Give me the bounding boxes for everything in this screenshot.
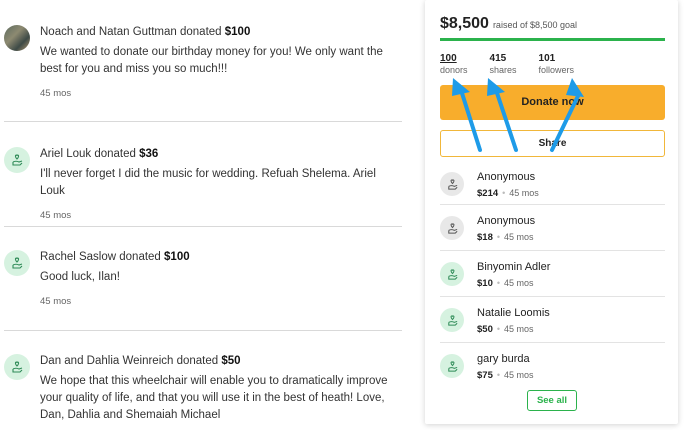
donor-amount: $50 (477, 324, 493, 335)
feed-item-message: Good luck, Ilan! (40, 271, 120, 283)
feed-item-message: We hope that this wheelchair will enable… (40, 375, 388, 421)
donor-time: 45 mos (504, 278, 534, 288)
hand-heart-icon (4, 354, 30, 380)
feed-item-title: Rachel Saslow donated $100 (40, 251, 190, 263)
donor-photo-avatar (4, 25, 30, 51)
donor-divider (440, 296, 665, 297)
donor-list-item: Anonymous $214 • 45 mos (440, 166, 665, 212)
donor-name: gary burda (477, 353, 530, 365)
hand-heart-icon (440, 308, 464, 332)
donor-name: Anonymous (477, 171, 536, 183)
donor-amount: $10 (477, 278, 493, 289)
donor-time: 45 mos (509, 188, 539, 198)
raised-summary: $8,500 raised of $8,500 goal (440, 15, 577, 33)
raised-goal-label: raised of $8,500 goal (492, 20, 578, 30)
stat-number: 100 (440, 53, 457, 64)
donor-divider (440, 250, 665, 251)
stat-label: donors (440, 65, 468, 75)
feed-item-message: I'll never forget I did the music for we… (40, 168, 376, 197)
feed-item-title: Ariel Louk donated $36 (40, 148, 159, 160)
feed-item-time: 45 mos (40, 88, 72, 99)
stat-label: shares (489, 65, 517, 75)
stats-row: 100 donors 415 shares 101 followers (440, 53, 596, 76)
hand-heart-icon (4, 147, 30, 173)
donor-time: 45 mos (504, 324, 534, 334)
donor-divider (440, 342, 665, 343)
feed-item-time: 45 mos (40, 296, 72, 307)
share-button[interactable]: Share (440, 130, 665, 157)
feed-item-message: We wanted to donate our birthday money f… (40, 46, 383, 75)
donor-time: 45 mos (504, 370, 534, 380)
progress-fill (440, 38, 665, 41)
fundraiser-sidebar-card: $8,500 raised of $8,500 goal 100 donors 4… (425, 0, 678, 424)
feed-item-time: 45 mos (40, 210, 72, 221)
feed-item-title: Noach and Natan Guttman donated $100 (40, 26, 251, 38)
stat-shares: 415 shares (490, 53, 517, 76)
donor-amount: $75 (477, 370, 493, 381)
hand-heart-icon (440, 262, 464, 286)
donor-name: Binyomin Adler (477, 261, 551, 273)
donor-divider (440, 204, 665, 205)
feed-divider (4, 121, 402, 122)
stat-number: 101 (538, 53, 556, 64)
stat-followers: 101 followers (539, 53, 575, 76)
donor-amount: $18 (477, 232, 493, 243)
progress-bar (440, 38, 665, 41)
anonymous-hand-icon (440, 216, 464, 240)
donations-feed: Noach and Natan Guttman donated $100 We … (0, 0, 402, 430)
stat-number: 415 (489, 53, 507, 64)
raised-amount: $8,500 (440, 15, 489, 32)
donate-now-button[interactable]: Donate now (440, 85, 665, 120)
hand-heart-icon (4, 250, 30, 276)
feed-divider (4, 330, 402, 331)
donor-amount: $214 (477, 188, 499, 199)
stat-donors[interactable]: 100 donors (440, 53, 468, 76)
see-all-button[interactable]: See all (527, 390, 577, 411)
anonymous-hand-icon (440, 172, 464, 196)
donor-time: 45 mos (504, 232, 534, 242)
donor-list-item: gary burda $75 • 45 mos (440, 348, 665, 394)
donor-name: Natalie Loomis (477, 307, 550, 319)
hand-heart-icon (440, 354, 464, 378)
feed-divider (4, 226, 402, 227)
donor-name: Anonymous (477, 215, 536, 227)
stat-label: followers (538, 65, 575, 75)
feed-item-title: Dan and Dahlia Weinreich donated $50 (40, 355, 241, 367)
